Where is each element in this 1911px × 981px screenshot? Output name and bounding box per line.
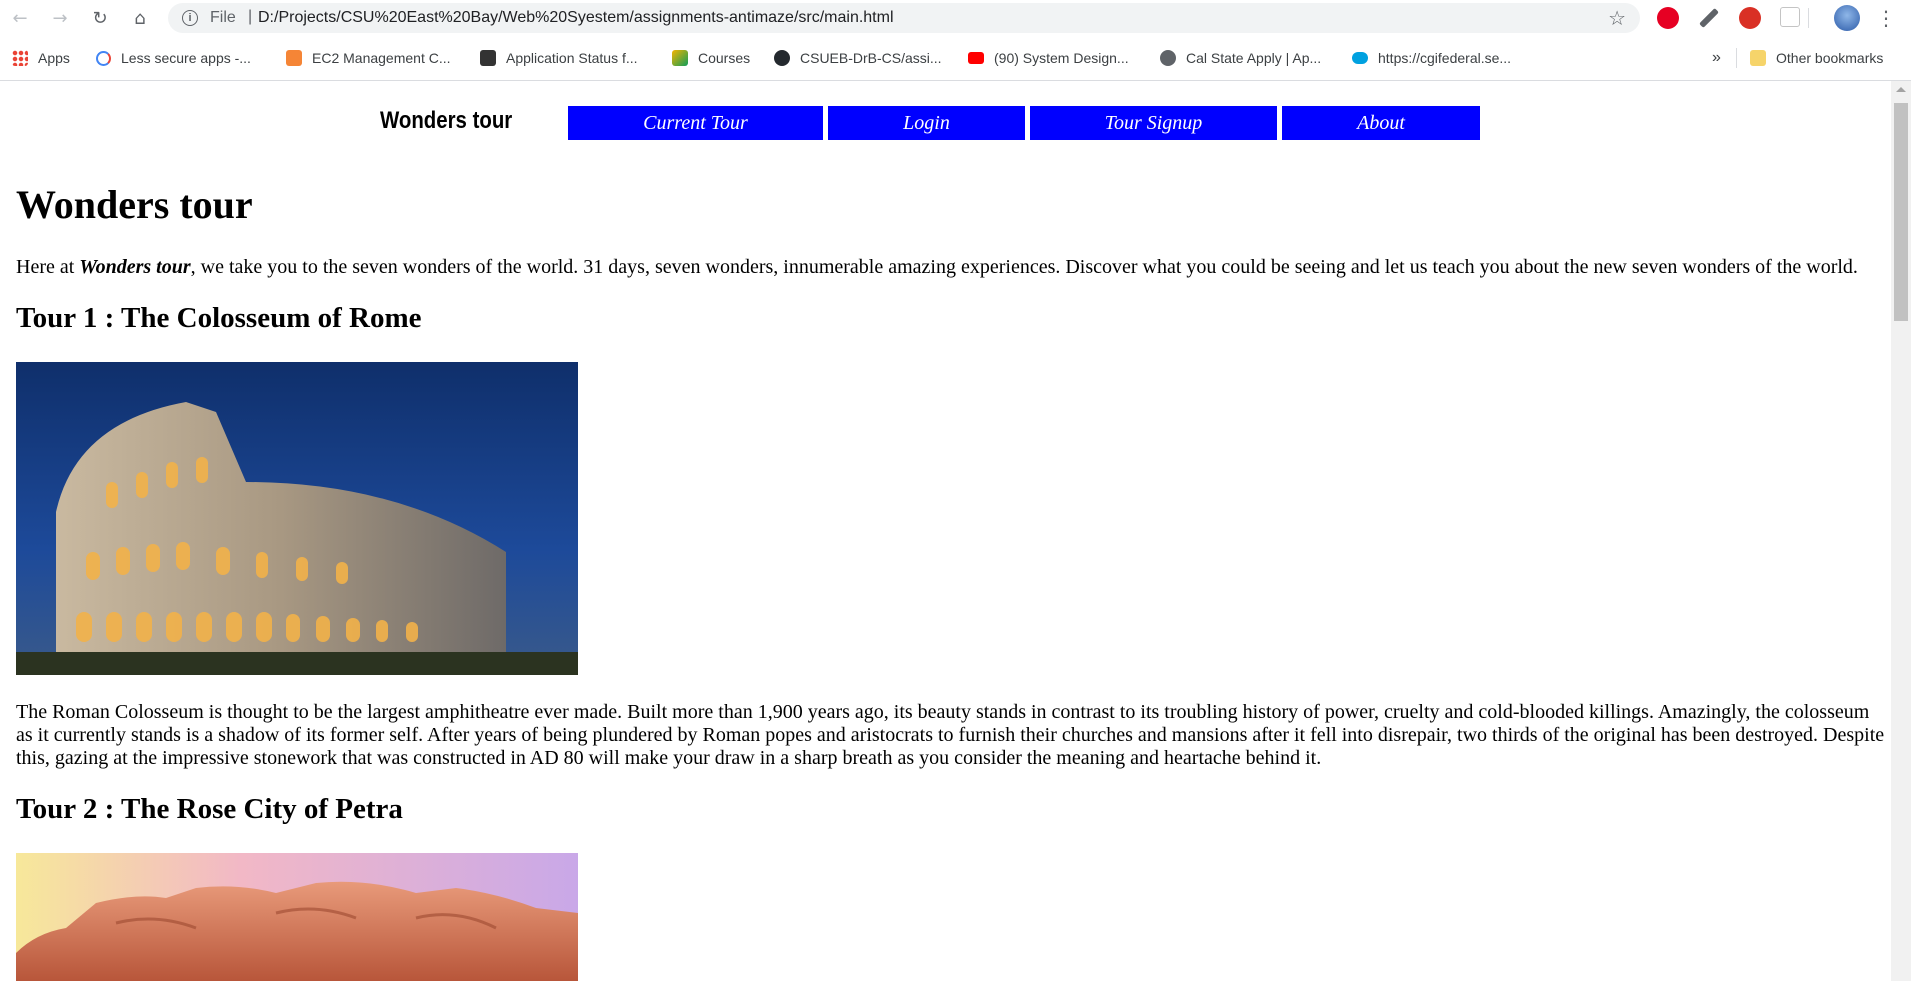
github-icon: [774, 50, 790, 66]
url-scheme: File: [210, 9, 236, 26]
browser-toolbar: ← → ↻ ⌂ i File | D:/Projects/CSU%20East%…: [0, 0, 1911, 36]
intro-text-start: Here at: [16, 256, 80, 278]
colosseum-image: [16, 362, 578, 675]
bookmarks-divider: [1736, 48, 1737, 68]
info-icon[interactable]: i: [182, 10, 198, 26]
salesforce-cloud-icon: [1352, 52, 1368, 64]
page-scrollbar[interactable]: [1891, 81, 1911, 981]
extension-box-icon[interactable]: [1780, 7, 1800, 27]
petra-image: [16, 853, 578, 981]
bookmark-youtube[interactable]: (90) System Design...: [968, 48, 1129, 68]
bookmark-label: Apps: [38, 50, 70, 66]
bookmark-label: Courses: [698, 50, 751, 66]
youtube-icon: [968, 52, 984, 64]
bookmark-cal-state-apply[interactable]: Cal State Apply | Ap...: [1160, 48, 1321, 68]
nav-current-tour[interactable]: Current Tour: [568, 106, 823, 140]
bookmark-label: EC2 Management C...: [312, 50, 451, 66]
reload-icon[interactable]: ↻: [86, 4, 114, 32]
scroll-up-arrow-icon[interactable]: [1896, 87, 1906, 92]
bookmark-apps[interactable]: Apps: [12, 48, 70, 68]
bookmark-star-icon[interactable]: ☆: [1608, 6, 1626, 30]
bookmark-less-secure-apps[interactable]: Less secure apps -...: [96, 48, 251, 68]
petra-illustration: [16, 853, 578, 981]
courses-icon: [672, 50, 688, 66]
intro-brand: Wonders tour: [79, 256, 191, 278]
back-arrow-icon[interactable]: ←: [6, 4, 34, 32]
avatar[interactable]: [1834, 5, 1860, 31]
other-bookmarks[interactable]: Other bookmarks: [1750, 48, 1883, 68]
intro-text-end: , we take you to the seven wonders of th…: [190, 256, 1858, 278]
url-text[interactable]: D:/Projects/CSU%20East%20Bay/Web%20Syest…: [258, 9, 894, 27]
status-logo-icon: [480, 50, 496, 66]
aws-cube-icon: [286, 50, 302, 66]
eyedropper-icon[interactable]: [1699, 8, 1719, 28]
bookmarks-overflow-button[interactable]: »: [1712, 48, 1721, 68]
address-bar[interactable]: i File | D:/Projects/CSU%20East%20Bay/We…: [168, 3, 1640, 33]
colosseum-illustration: [16, 362, 578, 675]
nav-tour-signup[interactable]: Tour Signup: [1030, 106, 1277, 140]
folder-icon: [1750, 50, 1766, 66]
bookmark-cgifederal[interactable]: https://cgifederal.se...: [1352, 48, 1511, 68]
nav-about[interactable]: About: [1282, 106, 1480, 140]
home-icon[interactable]: ⌂: [126, 4, 154, 32]
globe-icon: [1160, 50, 1176, 66]
bookmark-ec2[interactable]: EC2 Management C...: [286, 48, 451, 68]
page-viewport: Wonders tour Current Tour Login Tour Sig…: [0, 81, 1891, 981]
site-brand: Wonders tour: [380, 107, 513, 134]
forward-arrow-icon[interactable]: →: [46, 4, 74, 32]
url-separator: |: [248, 8, 253, 25]
toolbar-divider: [1808, 8, 1809, 28]
pinterest-icon[interactable]: [1657, 7, 1679, 29]
bookmark-label: Less secure apps -...: [121, 50, 251, 66]
page-title: Wonders tour: [16, 182, 253, 227]
bookmark-label: Application Status f...: [506, 50, 638, 66]
bookmark-label: Cal State Apply | Ap...: [1186, 50, 1322, 66]
tour-1-title: Tour 1 : The Colosseum of Rome: [16, 302, 422, 334]
bookmark-github[interactable]: CSUEB-DrB-CS/assi...: [774, 48, 942, 68]
tour-1-description: The Roman Colosseum is thought to be the…: [16, 701, 1885, 769]
tour-2-title: Tour 2 : The Rose City of Petra: [16, 793, 403, 825]
bookmark-application-status[interactable]: Application Status f...: [480, 48, 638, 68]
apps-grid-icon: [12, 50, 28, 66]
google-icon: [96, 50, 111, 66]
bookmark-label: CSUEB-DrB-CS/assi...: [800, 50, 942, 66]
bookmark-label: (90) System Design...: [994, 50, 1129, 66]
bookmark-label: https://cgifederal.se...: [1378, 50, 1512, 66]
nav-login[interactable]: Login: [828, 106, 1025, 140]
scrollbar-thumb[interactable]: [1894, 103, 1908, 321]
bookmarks-bar: Apps Less secure apps -... EC2 Managemen…: [0, 36, 1911, 81]
intro-paragraph: Here at Wonders tour, we take you to the…: [16, 256, 1886, 279]
extension-red-icon[interactable]: [1739, 7, 1761, 29]
bookmark-courses[interactable]: Courses: [672, 48, 750, 68]
other-bookmarks-label: Other bookmarks: [1776, 50, 1884, 66]
menu-kebab-icon[interactable]: ⋮: [1872, 4, 1900, 32]
